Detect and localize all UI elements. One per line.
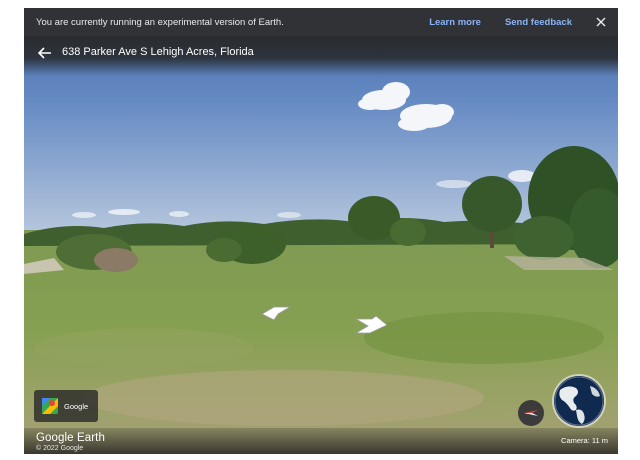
notice-message: You are currently running an experimenta…: [36, 16, 284, 28]
globe-icon[interactable]: [554, 376, 604, 426]
learn-more-link[interactable]: Learn more: [429, 17, 481, 28]
nav-arrow-left-icon[interactable]: [260, 306, 292, 322]
send-feedback-link[interactable]: Send feedback: [505, 17, 572, 28]
footer-bar: Google Earth © 2022 Google Camera: 11 m: [24, 428, 618, 454]
brand-block: Google Earth © 2022 Google: [36, 432, 105, 452]
google-maps-icon: [42, 398, 58, 414]
camera-altitude: Camera: 11 m: [561, 436, 608, 445]
compass-icon[interactable]: [518, 400, 544, 426]
earth-viewport[interactable]: You are currently running an experimenta…: [24, 8, 618, 454]
google-maps-button[interactable]: Google: [34, 390, 98, 422]
copyright: © 2022 Google: [36, 445, 84, 452]
close-icon[interactable]: [594, 15, 608, 29]
experimental-notice-bar: You are currently running an experimenta…: [24, 8, 618, 36]
brand-logo: Google Earth: [36, 432, 105, 444]
street-view-header: 638 Parker Ave S Lehigh Acres, Florida: [24, 36, 618, 76]
maps-button-label: Google: [64, 401, 89, 411]
location-address: 638 Parker Ave S Lehigh Acres, Florida: [62, 46, 254, 58]
nav-arrow-right-icon[interactable]: [354, 316, 388, 334]
arrow-left-icon[interactable]: [36, 44, 54, 62]
